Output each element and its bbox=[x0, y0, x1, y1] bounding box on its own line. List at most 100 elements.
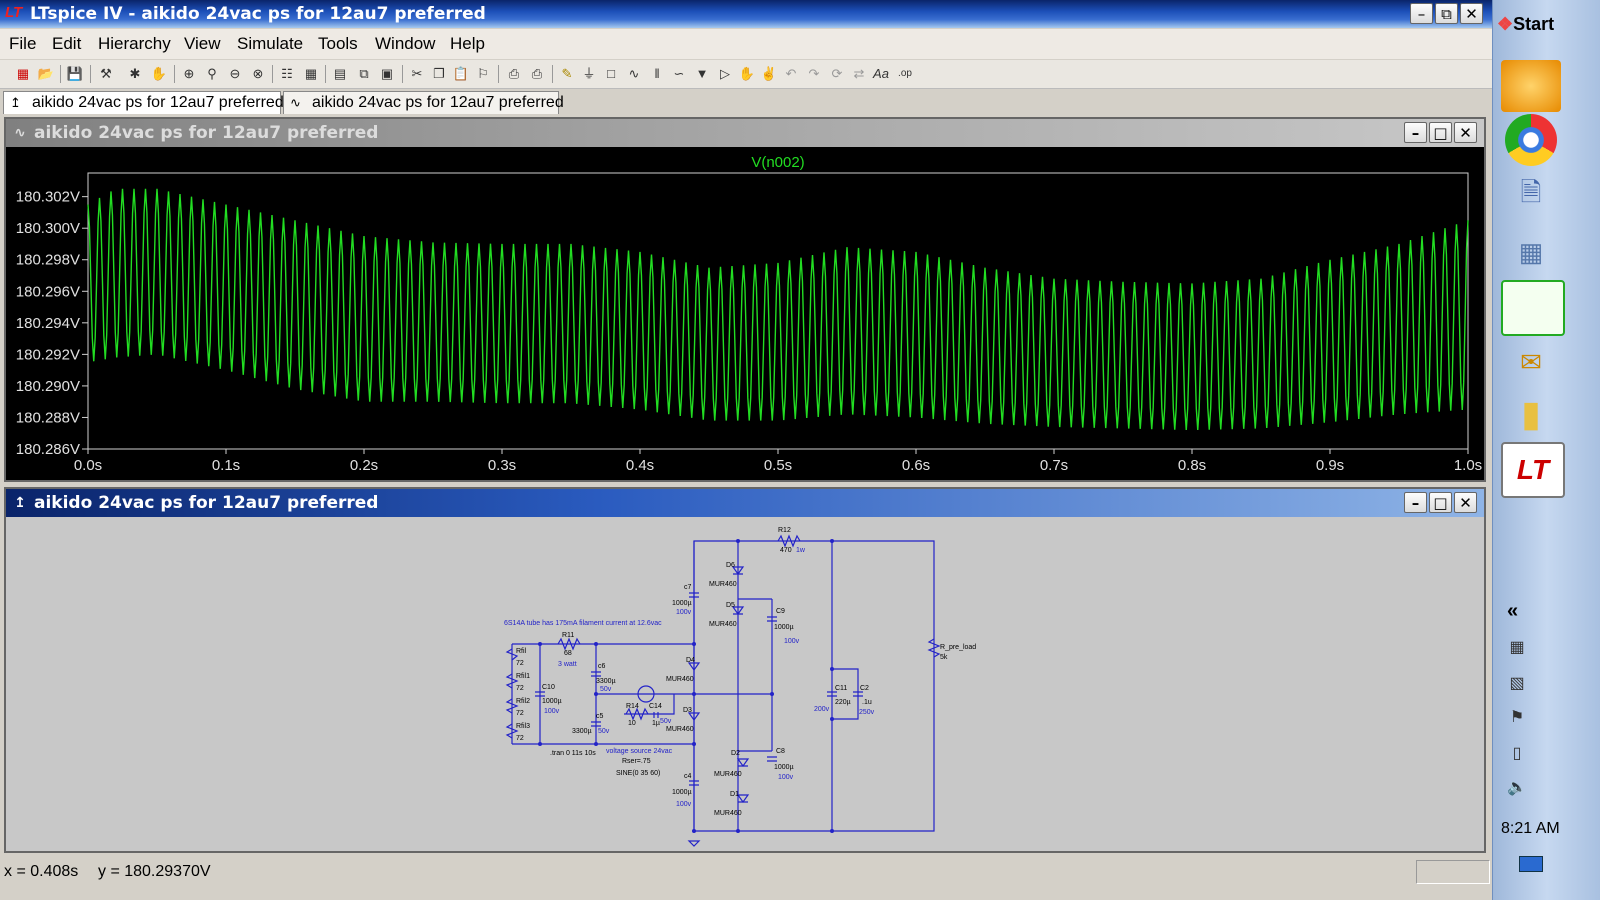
minimize-button[interactable]: – bbox=[1410, 3, 1433, 24]
menu-window[interactable]: Window bbox=[375, 34, 435, 54]
undo-icon[interactable]: ↶ bbox=[782, 65, 800, 83]
control-panel-icon[interactable]: ⚒ bbox=[97, 65, 115, 83]
calculator-icon[interactable]: ▦ bbox=[1501, 226, 1561, 278]
power-icon[interactable]: ▯ bbox=[1505, 742, 1529, 766]
trace-name[interactable]: V(n002) bbox=[751, 154, 804, 171]
label-net-icon[interactable]: □ bbox=[602, 65, 620, 83]
print-setup-icon[interactable]: ⎙ bbox=[505, 65, 523, 83]
control-panel-icon[interactable] bbox=[1501, 280, 1565, 336]
notepad-icon[interactable]: 🗎 bbox=[1501, 170, 1561, 222]
tab-schematic[interactable]: ↥ aikido 24vac ps for 12au7 preferred bbox=[3, 91, 284, 114]
y-axis: 180.302V 180.300V 180.298V 180.296V 180.294V… bbox=[16, 189, 88, 458]
waveform-icon: ∿ bbox=[14, 125, 26, 141]
halt-icon[interactable]: ✋ bbox=[150, 65, 168, 83]
paste-icon[interactable]: 📋 bbox=[452, 65, 470, 83]
menu-help[interactable]: Help bbox=[450, 34, 485, 54]
draw-wire-icon[interactable]: ✎ bbox=[558, 65, 576, 83]
drag-icon[interactable]: ✌ bbox=[760, 65, 778, 83]
grid-icon[interactable]: ▦ bbox=[302, 65, 320, 83]
action-center-flag-icon[interactable]: ⚑ bbox=[1505, 706, 1529, 730]
x-tick-label: 0.2s bbox=[350, 457, 378, 474]
y-tick-label: 180.298V bbox=[16, 252, 80, 269]
cascade-icon[interactable]: ⧉ bbox=[355, 65, 373, 83]
clock[interactable]: 8:21 AM bbox=[1501, 820, 1560, 838]
zoom-fit-icon[interactable]: ⊗ bbox=[249, 65, 267, 83]
open-icon[interactable]: 📂 bbox=[37, 65, 55, 83]
mail-icon[interactable]: ✉ bbox=[1501, 336, 1561, 388]
inductor-icon[interactable]: ∽ bbox=[670, 65, 688, 83]
plot-minimize-button[interactable]: – bbox=[1404, 122, 1427, 143]
tile-horizontal-icon[interactable]: ▤ bbox=[331, 65, 349, 83]
value-c14: 1µ bbox=[652, 720, 660, 727]
close-button[interactable]: ✕ bbox=[1460, 3, 1483, 24]
trace-line bbox=[87, 188, 1469, 430]
capacitor-icon[interactable]: ‖ bbox=[648, 65, 666, 83]
waveform-plot[interactable]: V(n002) 180.302V 180.300V 180.298V 180.296V… bbox=[6, 149, 1484, 480]
resistor-icon[interactable]: ∿ bbox=[625, 65, 643, 83]
menu-view[interactable]: View bbox=[184, 34, 221, 54]
value-rfil1: 72 bbox=[516, 685, 524, 692]
value-c9: 1000µ bbox=[774, 624, 794, 631]
zoom-pan-icon[interactable]: ⚲ bbox=[203, 65, 221, 83]
schematic-window: ↥ aikido 24vac ps for 12au7 preferred – … bbox=[4, 487, 1486, 853]
app-launcher-icon[interactable] bbox=[1501, 60, 1561, 112]
menu-simulate[interactable]: Simulate bbox=[237, 34, 303, 54]
tray-expand-button[interactable]: « bbox=[1507, 600, 1518, 623]
model-d5: MUR460 bbox=[709, 621, 737, 628]
move-icon[interactable]: ✋ bbox=[738, 65, 756, 83]
rating-c2: 250v bbox=[859, 709, 875, 716]
value-rfil2: 72 bbox=[516, 710, 524, 717]
waveform-icon: ∿ bbox=[290, 95, 301, 110]
rating-c5: 50v bbox=[598, 728, 610, 735]
label-d2: D2 bbox=[731, 750, 740, 757]
copy-icon[interactable]: ❐ bbox=[430, 65, 448, 83]
find-icon[interactable]: ⚐ bbox=[474, 65, 492, 83]
mirror-icon[interactable]: ⇄ bbox=[850, 65, 868, 83]
label-d1: D1 bbox=[730, 791, 739, 798]
cut-icon[interactable]: ✂ bbox=[408, 65, 426, 83]
label-r12: R12 bbox=[778, 527, 791, 534]
text-icon[interactable]: Aa bbox=[872, 65, 890, 83]
schematic-canvas[interactable]: R12 470 1w D6 MUR460 D5 MUR460 c7 1000µ … bbox=[6, 489, 1484, 851]
plot-close-button[interactable]: ✕ bbox=[1454, 122, 1477, 143]
x-tick-label: 0.1s bbox=[212, 457, 240, 474]
new-schematic-icon[interactable]: ▦ bbox=[14, 65, 32, 83]
autorange-icon[interactable]: ☷ bbox=[278, 65, 296, 83]
menu-file[interactable]: File bbox=[9, 34, 36, 54]
chrome-icon[interactable] bbox=[1505, 114, 1557, 166]
restore-button[interactable]: ⧉ bbox=[1435, 3, 1458, 24]
menu-hierarchy[interactable]: Hierarchy bbox=[98, 34, 171, 54]
value-r12: 470 bbox=[780, 547, 792, 554]
network-signal-icon[interactable]: ▧ bbox=[1505, 672, 1529, 696]
zoom-in-icon[interactable]: ⊕ bbox=[180, 65, 198, 83]
value-c6: 3300µ bbox=[596, 678, 616, 685]
rotate-icon[interactable]: ⟳ bbox=[828, 65, 846, 83]
menu-tools[interactable]: Tools bbox=[318, 34, 358, 54]
y-tick-label: 180.296V bbox=[16, 283, 80, 300]
start-button[interactable]: ❖Start bbox=[1497, 14, 1565, 44]
value-r14: 10 bbox=[628, 720, 636, 727]
redo-icon[interactable]: ↷ bbox=[805, 65, 823, 83]
ground-icon[interactable]: ⏚ bbox=[580, 65, 598, 83]
diode-icon[interactable]: ▼ bbox=[693, 65, 711, 83]
value-c2: .1u bbox=[862, 699, 872, 706]
x-tick-label: 0.5s bbox=[764, 457, 792, 474]
plot-maximize-button[interactable]: □ bbox=[1429, 122, 1452, 143]
antivirus-icon[interactable]: ▦ bbox=[1505, 636, 1529, 660]
rating-r12: 1w bbox=[796, 547, 806, 554]
menu-edit[interactable]: Edit bbox=[52, 34, 81, 54]
tab-waveform[interactable]: ∿ aikido 24vac ps for 12au7 preferred bbox=[283, 91, 564, 114]
run-icon[interactable]: ✱ bbox=[126, 65, 144, 83]
component-icon[interactable]: ▷ bbox=[716, 65, 734, 83]
zoom-out-icon[interactable]: ⊖ bbox=[226, 65, 244, 83]
show-desktop-icon[interactable] bbox=[1519, 856, 1543, 872]
ltspice-taskbar-icon[interactable]: LT bbox=[1501, 442, 1565, 498]
save-icon[interactable]: 💾 bbox=[66, 65, 84, 83]
spice-directive-icon[interactable]: .op bbox=[896, 65, 914, 83]
close-all-icon[interactable]: ▣ bbox=[378, 65, 396, 83]
print-icon[interactable]: ⎙ bbox=[528, 65, 546, 83]
x-tick-label: 0.9s bbox=[1316, 457, 1344, 474]
volume-icon[interactable]: 🔈 bbox=[1505, 776, 1529, 800]
folder-icon[interactable]: ▮ bbox=[1501, 388, 1561, 440]
label-c10: C10 bbox=[542, 684, 555, 691]
